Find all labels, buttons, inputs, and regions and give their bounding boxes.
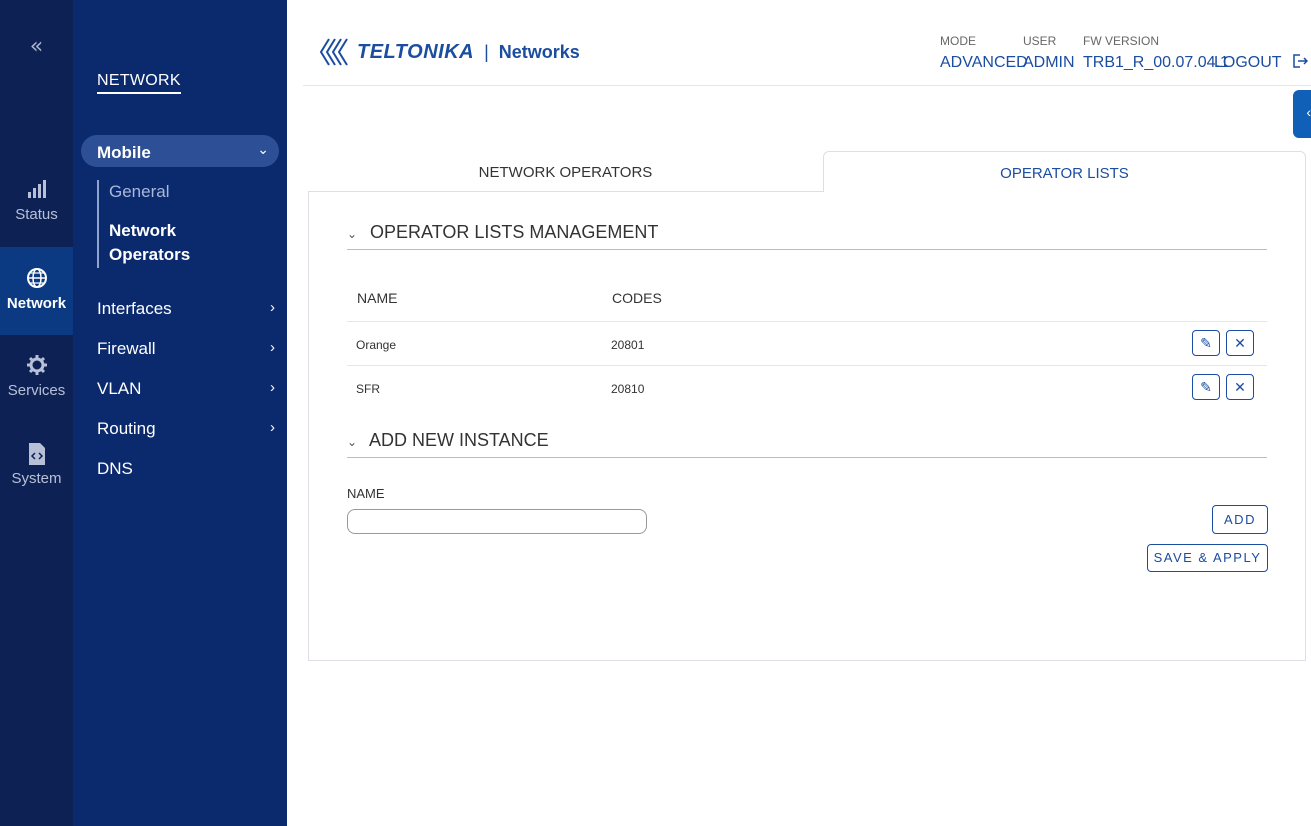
delete-button[interactable]: ✕ [1226,330,1254,356]
section-title: ADD NEW INSTANCE [369,430,549,450]
brand-separator: | [484,41,489,62]
mode-label: MODE [940,34,976,48]
sidebar-item-label: VLAN [97,379,142,398]
rail-item-network[interactable]: Network [0,247,73,335]
close-icon: ✕ [1234,379,1246,395]
chevron-right-icon: › [270,419,275,436]
sidebar-item-label: DNS [97,459,133,478]
pencil-icon: ✎ [1200,379,1212,395]
signal-icon [0,178,73,202]
edit-button[interactable]: ✎ [1192,374,1220,400]
sidebar-item-label: Firewall [97,339,156,358]
fw-info: FW VERSION TRB1_R_00.07.04.1 [1083,34,1229,72]
row-name: Orange [356,338,397,352]
section-operator-lists-management[interactable]: ⌄ OPERATOR LISTS MANAGEMENT [347,222,1267,250]
rail-label-status: Status [15,206,58,223]
rail-label-network: Network [6,295,67,312]
chevron-right-icon: › [270,339,275,356]
side-panel-toggle[interactable]: ‹ [1293,90,1311,138]
name-label: NAME [347,486,385,501]
gear-icon [0,354,73,378]
edit-button[interactable]: ✎ [1192,330,1220,356]
section-title: OPERATOR LISTS MANAGEMENT [370,222,659,242]
sidebar-item-label: Routing [97,419,156,438]
sidebar-item-mobile[interactable]: Mobile ⌄ [81,135,279,167]
sidebar-item-vlan[interactable]: VLAN › [97,379,275,399]
logout-label: LOGOUT [1214,54,1282,71]
chevron-down-icon: ⌄ [257,141,269,157]
delete-button[interactable]: ✕ [1226,374,1254,400]
chevron-down-icon: ⌄ [347,227,358,241]
tab-network-operators[interactable]: NETWORK OPERATORS [308,151,823,192]
row-codes: 20810 [611,382,645,396]
add-button[interactable]: ADD [1212,505,1268,534]
submenu-line [97,180,99,268]
sidebar-item-interfaces[interactable]: Interfaces › [97,299,275,319]
close-icon: ✕ [1234,335,1246,351]
mode-info: MODE ADVANCED [940,34,1028,72]
rail-label-system: System [11,470,62,487]
sidebar-item-firewall[interactable]: Firewall › [97,339,275,359]
table-row: Orange 20801 ✎ ✕ [347,321,1267,365]
sidebar-title: NETWORK [97,72,181,94]
user-info: USER ADMIN [1023,34,1075,72]
user-label: USER [1023,34,1057,48]
sidebar-item-label: Mobile [97,143,151,162]
fw-value[interactable]: TRB1_R_00.07.04.1 [1083,54,1229,72]
sidebar-item-dns[interactable]: DNS [97,459,275,479]
table-row: SFR 20810 ✎ ✕ [347,365,1267,409]
name-input[interactable] [347,509,647,534]
row-codes: 20801 [611,338,645,352]
brand-name: TELTONIKA [357,40,475,63]
sub-sidebar: NETWORK Mobile ⌄ General Network Operato… [73,0,287,826]
save-apply-button[interactable]: SAVE & APPLY [1147,544,1268,572]
operator-lists-panel: ⌄ OPERATOR LISTS MANAGEMENT NAME CODES O… [308,191,1306,661]
fw-label: FW VERSION [1083,34,1160,48]
chevron-down-icon: ⌄ [347,435,358,449]
chevron-right-icon: › [270,299,275,316]
logo[interactable]: TELTONIKA | Networks [319,37,580,67]
main-rail: « Status Network Services System [0,0,73,826]
column-header-codes: CODES [612,290,662,306]
header: TELTONIKA | Networks MODE ADVANCED USER … [303,0,1311,86]
sidebar-item-general[interactable]: General [109,182,169,202]
teltonika-logo-icon [319,38,348,66]
sidebar-item-routing[interactable]: Routing › [97,419,275,439]
rail-item-services[interactable]: Services [0,354,73,442]
logout-button[interactable]: LOGOUT [1214,54,1308,72]
rail-item-system[interactable]: System [0,442,73,530]
row-name: SFR [356,382,380,396]
globe-icon [0,267,73,291]
tab-operator-lists[interactable]: OPERATOR LISTS [823,151,1306,192]
sidebar-item-label: Interfaces [97,299,172,318]
section-add-new-instance[interactable]: ⌄ ADD NEW INSTANCE [347,430,1267,458]
column-header-name: NAME [357,290,398,306]
logout-icon [1292,54,1308,68]
user-value[interactable]: ADMIN [1023,54,1075,72]
rail-label-services: Services [7,382,66,399]
pencil-icon: ✎ [1200,335,1212,351]
sidebar-item-network-operators[interactable]: Network Operators [109,219,190,267]
file-code-icon [0,442,73,466]
chevron-right-icon: › [270,379,275,396]
brand-sub: Networks [498,41,580,62]
collapse-icon[interactable]: « [0,34,73,59]
mode-value[interactable]: ADVANCED [940,54,1028,72]
